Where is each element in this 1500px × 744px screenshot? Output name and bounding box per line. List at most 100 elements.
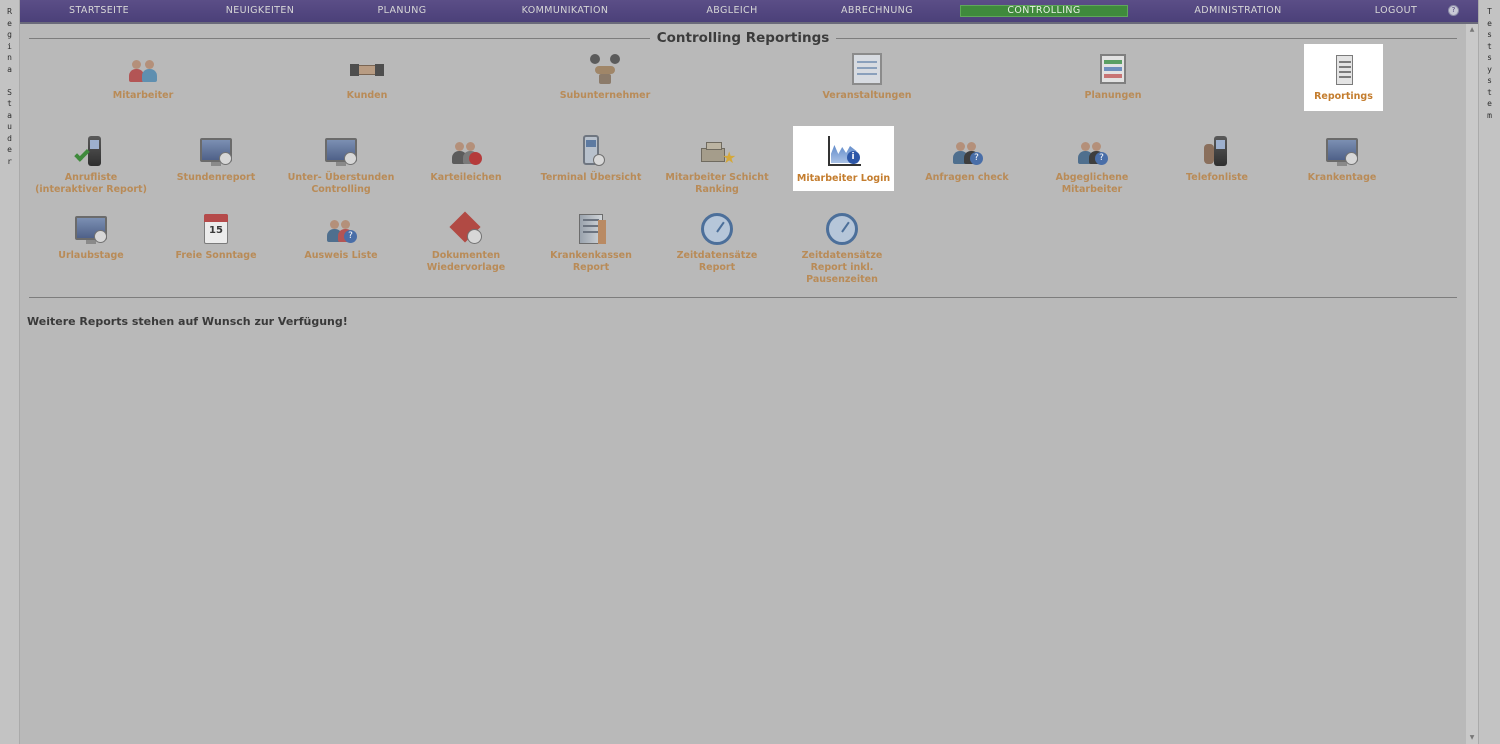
vertical-letter: t [1487, 87, 1492, 97]
tile-label: Subunternehmer [559, 90, 651, 101]
system-name-vertical: Testsystem [1479, 6, 1500, 121]
tile-label: Planungen [1084, 90, 1142, 101]
tile-karteileichen[interactable]: Karteileichen [407, 134, 525, 184]
tile-label: Ausweis Liste [304, 250, 378, 261]
user-name-vertical: Regina Stauder [0, 6, 19, 167]
vertical-letter [7, 75, 12, 87]
calendar-day-number: 15 [209, 225, 223, 236]
vertical-letter: d [7, 133, 12, 143]
tile-ausweis-liste[interactable]: ? Ausweis Liste [282, 212, 400, 262]
vertical-letter: u [7, 122, 12, 131]
tile-abgeglichene-mitarbeiter[interactable]: ? Abgeglichene Mitarbeiter [1033, 134, 1151, 196]
tile-urlaubstage[interactable]: Urlaubstage [32, 212, 150, 262]
tile-label: Urlaubstage [58, 250, 124, 261]
tile-label: Dokumenten Wiedervorlage [426, 250, 506, 273]
tile-label: Karteileichen [430, 172, 502, 183]
people-block-icon [449, 134, 483, 168]
tile-zeitdatensaetze-pausenzeiten[interactable]: Zeitdatensätze Report inkl. Pausenzeiten [783, 212, 901, 286]
tile-label: Kunden [346, 90, 388, 101]
phone-check-icon [74, 134, 108, 168]
people-question-icon: ? [950, 134, 984, 168]
tile-krankentage[interactable]: Krankentage [1283, 134, 1401, 184]
nav-planung[interactable]: PLANUNG [377, 0, 426, 22]
vertical-letter: R [7, 7, 12, 16]
nav-kommunikation[interactable]: KOMMUNIKATION [522, 0, 609, 22]
ranking-icon: ★ [700, 134, 736, 168]
vertical-letter: e [1487, 99, 1492, 108]
tile-label: Anfragen check [925, 172, 1009, 183]
tile-ueberstunden-controlling[interactable]: Unter- Überstunden Controlling [282, 134, 400, 196]
tile-veranstaltungen[interactable]: Veranstaltungen [808, 52, 926, 102]
vertical-letter: t [1487, 41, 1492, 51]
title-rule-right [836, 38, 1457, 39]
nav-neuigkeiten[interactable]: NEUIGKEITEN [226, 0, 295, 22]
tile-label: Krankenkassen Report [550, 250, 632, 273]
tile-freie-sonntage[interactable]: 15 Freie Sonntage [157, 212, 275, 262]
right-system-bar: Testsystem [1478, 0, 1500, 744]
planning-board-icon [1096, 52, 1130, 86]
monitor-clock-icon [1325, 134, 1359, 168]
tile-label: Freie Sonntage [175, 250, 257, 261]
vertical-letter: a [7, 64, 12, 74]
tile-dokumenten-wiedervorlage[interactable]: Dokumenten Wiedervorlage [407, 211, 525, 274]
scroll-down-arrow-icon[interactable]: ▼ [1468, 734, 1476, 742]
tile-planungen[interactable]: Planungen [1054, 52, 1172, 102]
vertical-letter: T [1487, 7, 1492, 16]
tile-mitarbeiter[interactable]: Mitarbeiter [84, 52, 202, 102]
login-chart-icon: i [827, 135, 861, 169]
nav-controlling[interactable]: CONTROLLING [960, 0, 1128, 22]
tile-label: Anrufliste (interaktiver Report) [35, 172, 147, 195]
tile-zeitdatensaetze-report[interactable]: Zeitdatensätze Report [658, 212, 776, 274]
vertical-letter: s [1487, 30, 1492, 39]
tile-subunternehmer[interactable]: Subunternehmer [546, 52, 664, 102]
tile-kunden[interactable]: Kunden [308, 52, 426, 102]
tile-terminal-uebersicht[interactable]: Terminal Übersicht [532, 134, 650, 184]
stopwatch-icon [700, 212, 734, 246]
nav-abrechnung[interactable]: ABRECHNUNG [841, 0, 913, 22]
people-icon [126, 52, 160, 86]
nav-administration[interactable]: ADMINISTRATION [1194, 0, 1281, 22]
tile-krankenkassen-report[interactable]: Krankenkassen Report [532, 212, 650, 274]
tile-label: Mitarbeiter [112, 90, 174, 101]
vertical-scrollbar[interactable]: ▲ ▼ [1466, 24, 1478, 744]
people-question-icon: ? [1075, 134, 1109, 168]
tile-reportings[interactable]: Reportings [1304, 44, 1383, 111]
document-clock-icon [449, 211, 483, 246]
left-user-bar: Regina Stauder [0, 0, 20, 744]
vertical-letter: a [7, 110, 12, 120]
nav-logout[interactable]: LOGOUT [1375, 0, 1417, 22]
tile-label: Veranstaltungen [822, 90, 912, 101]
monitor-clock-icon [324, 134, 358, 168]
tile-telefonliste[interactable]: Telefonliste [1158, 134, 1276, 184]
vertical-letter: n [7, 53, 12, 62]
help-icon[interactable]: ? [1448, 5, 1459, 16]
vertical-letter: e [1487, 18, 1492, 28]
vertical-letter: S [7, 87, 12, 97]
vertical-letter: t [7, 99, 12, 108]
tile-stundenreport[interactable]: Stundenreport [157, 134, 275, 184]
calendar-15-icon: 15 [199, 212, 233, 246]
vertical-letter: g [7, 30, 12, 39]
tile-anfragen-check[interactable]: ? Anfragen check [908, 134, 1026, 184]
nav-abgleich[interactable]: ABGLEICH [706, 0, 757, 22]
vertical-letter: e [7, 145, 12, 154]
calendar-board-icon [850, 52, 884, 86]
tile-label: Krankentage [1307, 172, 1377, 183]
vertical-letter: y [1487, 64, 1492, 74]
tile-schicht-ranking[interactable]: ★ Mitarbeiter Schicht Ranking [658, 134, 776, 196]
section-divider [29, 297, 1457, 298]
tile-label: Mitarbeiter Schicht Ranking [665, 172, 769, 195]
building-icon [574, 212, 608, 246]
tile-label: Zeitdatensätze Report inkl. Pausenzeiten [801, 250, 883, 285]
vertical-letter: r [7, 156, 12, 166]
nav-startseite[interactable]: STARTSEITE [69, 0, 129, 22]
tile-mitarbeiter-login[interactable]: i Mitarbeiter Login [793, 126, 894, 191]
tile-label: Reportings [1314, 91, 1373, 102]
tile-label: Stundenreport [176, 172, 256, 183]
tile-anrufliste[interactable]: Anrufliste (interaktiver Report) [32, 134, 150, 196]
tile-label: Mitarbeiter Login [796, 173, 891, 184]
scroll-up-arrow-icon[interactable]: ▲ [1468, 26, 1476, 34]
tile-label: Terminal Übersicht [540, 172, 642, 183]
report-document-icon [1327, 53, 1361, 87]
phone-icon [1200, 134, 1234, 168]
